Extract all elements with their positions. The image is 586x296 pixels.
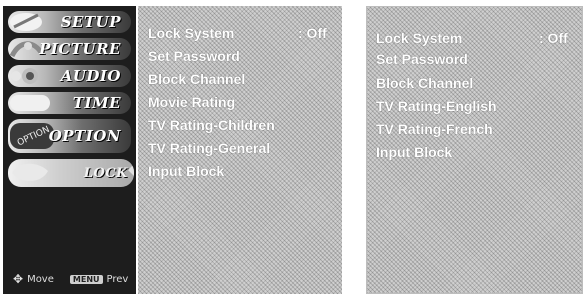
lock-options-panel-alt: Lock System : Off Set Password Block Cha… <box>366 6 583 294</box>
option-movie-rating[interactable]: Movie Rating <box>148 94 235 110</box>
option-tv-rating-english[interactable]: TV Rating-English <box>376 98 497 114</box>
option-tv-rating-children[interactable]: TV Rating-Children <box>148 117 275 133</box>
tab-option[interactable]: OPTION OPTION <box>8 119 131 153</box>
tab-setup[interactable]: SETUP <box>8 11 131 33</box>
tab-label: LOCK <box>83 166 128 181</box>
option-input-block[interactable]: Input Block <box>376 144 452 160</box>
tab-picture[interactable]: PICTURE <box>8 38 131 60</box>
option-set-password[interactable]: Set Password <box>148 48 240 64</box>
option-lock-system[interactable]: Lock System <box>376 30 462 46</box>
tab-lock[interactable]: LOCK <box>8 159 134 187</box>
tab-label: OPTION <box>48 127 121 145</box>
setup-icon <box>10 13 42 31</box>
move-label: Move <box>27 273 54 285</box>
option-lock-system[interactable]: Lock System <box>148 25 234 41</box>
audio-icon <box>11 68 38 84</box>
menu-sidebar: SETUP PICTURE AUDIO TIME OPTION OPTION L… <box>3 6 136 294</box>
tab-label: PICTURE <box>39 40 121 58</box>
lock-options-panel: Lock System : Off Set Password Block Cha… <box>138 6 342 294</box>
move-arrows-icon: ✥ <box>13 272 24 286</box>
menu-key-icon: MENU <box>69 274 103 284</box>
left-menu-screen: SETUP PICTURE AUDIO TIME OPTION OPTION L… <box>0 0 345 296</box>
time-icon <box>10 95 50 111</box>
footer-hints: ✥ Move MENU Prev <box>13 272 128 286</box>
lock-icon <box>12 163 48 182</box>
tab-audio[interactable]: AUDIO <box>8 65 131 87</box>
tab-label: TIME <box>72 94 121 112</box>
prev-label: Prev <box>106 273 129 285</box>
option-set-password[interactable]: Set Password <box>376 51 468 67</box>
option-input-block[interactable]: Input Block <box>148 163 224 179</box>
lock-system-value: : Off <box>539 30 568 46</box>
lock-system-value: : Off <box>298 25 327 41</box>
tab-time[interactable]: TIME <box>8 92 131 114</box>
active-pointer-icon <box>128 164 134 176</box>
tab-label: AUDIO <box>60 67 121 85</box>
option-tv-rating-general[interactable]: TV Rating-General <box>148 140 270 156</box>
option-block-channel[interactable]: Block Channel <box>148 71 245 87</box>
tab-label: SETUP <box>60 13 121 31</box>
option-tv-rating-french[interactable]: TV Rating-French <box>376 121 493 137</box>
option-block-channel[interactable]: Block Channel <box>376 75 473 91</box>
